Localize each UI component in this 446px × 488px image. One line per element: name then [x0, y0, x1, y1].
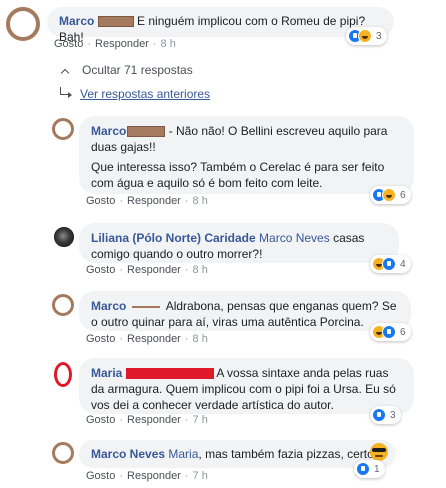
commenter-name[interactable]: Marco	[91, 124, 126, 138]
view-previous-label: Ver respostas anteriores	[80, 87, 211, 101]
commenter-name[interactable]: Liliana (Pólo Norte) Caridade	[91, 231, 256, 245]
comment-bubble: Marco - Não não! O Bellini escreveu aqui…	[79, 116, 414, 194]
comment-bubble: Maria A vossa sintaxe anda pelas ruas da…	[79, 358, 414, 414]
avatar[interactable]	[54, 227, 74, 247]
reaction-count: 3	[390, 409, 396, 421]
chevron-up-icon	[60, 68, 70, 78]
reactions-badge[interactable]: 1	[354, 460, 385, 478]
like-button[interactable]: Gosto	[86, 414, 115, 426]
reply-button[interactable]: Responder	[127, 195, 181, 207]
haha-icon	[382, 188, 396, 202]
like-button[interactable]: Gosto	[54, 38, 83, 50]
timestamp[interactable]: 8 h	[193, 264, 208, 276]
comment-text: , mas também fazia pizzas, certo?	[198, 447, 381, 461]
like-icon	[372, 408, 386, 422]
redaction	[125, 368, 214, 380]
avatar[interactable]	[52, 442, 74, 464]
comment-actions: Gosto · Responder · 8 h	[86, 333, 208, 345]
reply-button[interactable]: Responder	[127, 470, 181, 482]
reaction-count: 3	[376, 30, 382, 42]
reply-button[interactable]: Responder	[127, 333, 181, 345]
comment-actions: Gosto · Responder · 8 h	[86, 264, 208, 276]
redaction	[131, 305, 160, 308]
like-button[interactable]: Gosto	[86, 333, 115, 345]
like-icon	[382, 257, 396, 271]
timestamp[interactable]: 8 h	[161, 38, 176, 50]
comment-actions: Gosto · Responder · 7 h	[86, 470, 208, 482]
reply-arrow-icon	[60, 87, 72, 98]
avatar[interactable]	[6, 7, 40, 41]
reaction-count: 6	[400, 326, 406, 338]
view-previous-replies-link[interactable]: Ver respostas anteriores	[60, 87, 210, 101]
haha-icon	[358, 29, 372, 43]
like-icon	[356, 462, 370, 476]
like-button[interactable]: Gosto	[86, 470, 115, 482]
cool-emoji-icon	[370, 443, 388, 461]
comment-bubble: Liliana (Pólo Norte) Caridade Marco Neve…	[79, 223, 399, 263]
like-icon	[382, 325, 396, 339]
redaction	[127, 126, 166, 138]
reply-button[interactable]: Responder	[95, 38, 149, 50]
reactions-badge[interactable]: 3	[346, 27, 387, 45]
timestamp[interactable]: 8 h	[193, 195, 208, 207]
comment-text: Aldrabona, pensas que enganas quem? Se o…	[91, 299, 397, 329]
commenter-name[interactable]: Marco	[59, 14, 94, 28]
timestamp[interactable]: 8 h	[193, 333, 208, 345]
comment-actions: Gosto · Responder · 7 h	[86, 414, 208, 426]
like-button[interactable]: Gosto	[86, 264, 115, 276]
reactions-badge[interactable]: 6	[370, 186, 411, 204]
comment-actions: Gosto · Responder · 8 h	[54, 38, 176, 50]
comment-text: Que interessa isso? Também o Cerelac é p…	[91, 160, 385, 190]
reaction-count: 6	[400, 189, 406, 201]
comment-bubble: Marco Aldrabona, pensas que enganas quem…	[79, 291, 411, 331]
hide-replies-button[interactable]: Ocultar 71 respostas	[60, 63, 193, 78]
commenter-name[interactable]: Marco Neves	[91, 447, 165, 461]
commenter-name[interactable]: Maria	[91, 366, 122, 380]
reactions-badge[interactable]: 6	[370, 323, 411, 341]
reply-button[interactable]: Responder	[127, 264, 181, 276]
avatar[interactable]	[52, 118, 74, 140]
comment-bubble: Marco Neves Maria, mas também fazia pizz…	[79, 440, 396, 468]
timestamp[interactable]: 7 h	[193, 414, 208, 426]
avatar[interactable]	[54, 362, 72, 387]
comment-bubble: Marco E ninguém implicou com o Romeu de …	[47, 7, 394, 44]
commenter-name[interactable]: Marco	[91, 299, 126, 313]
mention-link[interactable]: Marco Neves	[259, 231, 330, 245]
mention-link[interactable]: Maria	[168, 447, 198, 461]
like-button[interactable]: Gosto	[86, 195, 115, 207]
reactions-badge[interactable]: 4	[370, 255, 411, 273]
avatar[interactable]	[52, 294, 74, 316]
timestamp[interactable]: 7 h	[193, 470, 208, 482]
redaction	[97, 16, 134, 28]
reaction-count: 4	[400, 258, 406, 270]
reaction-count: 1	[374, 463, 380, 475]
reply-button[interactable]: Responder	[127, 414, 181, 426]
comment-actions: Gosto · Responder · 8 h	[86, 195, 208, 207]
reactions-badge[interactable]: 3	[370, 406, 401, 424]
hide-replies-label: Ocultar 71 respostas	[82, 63, 193, 77]
